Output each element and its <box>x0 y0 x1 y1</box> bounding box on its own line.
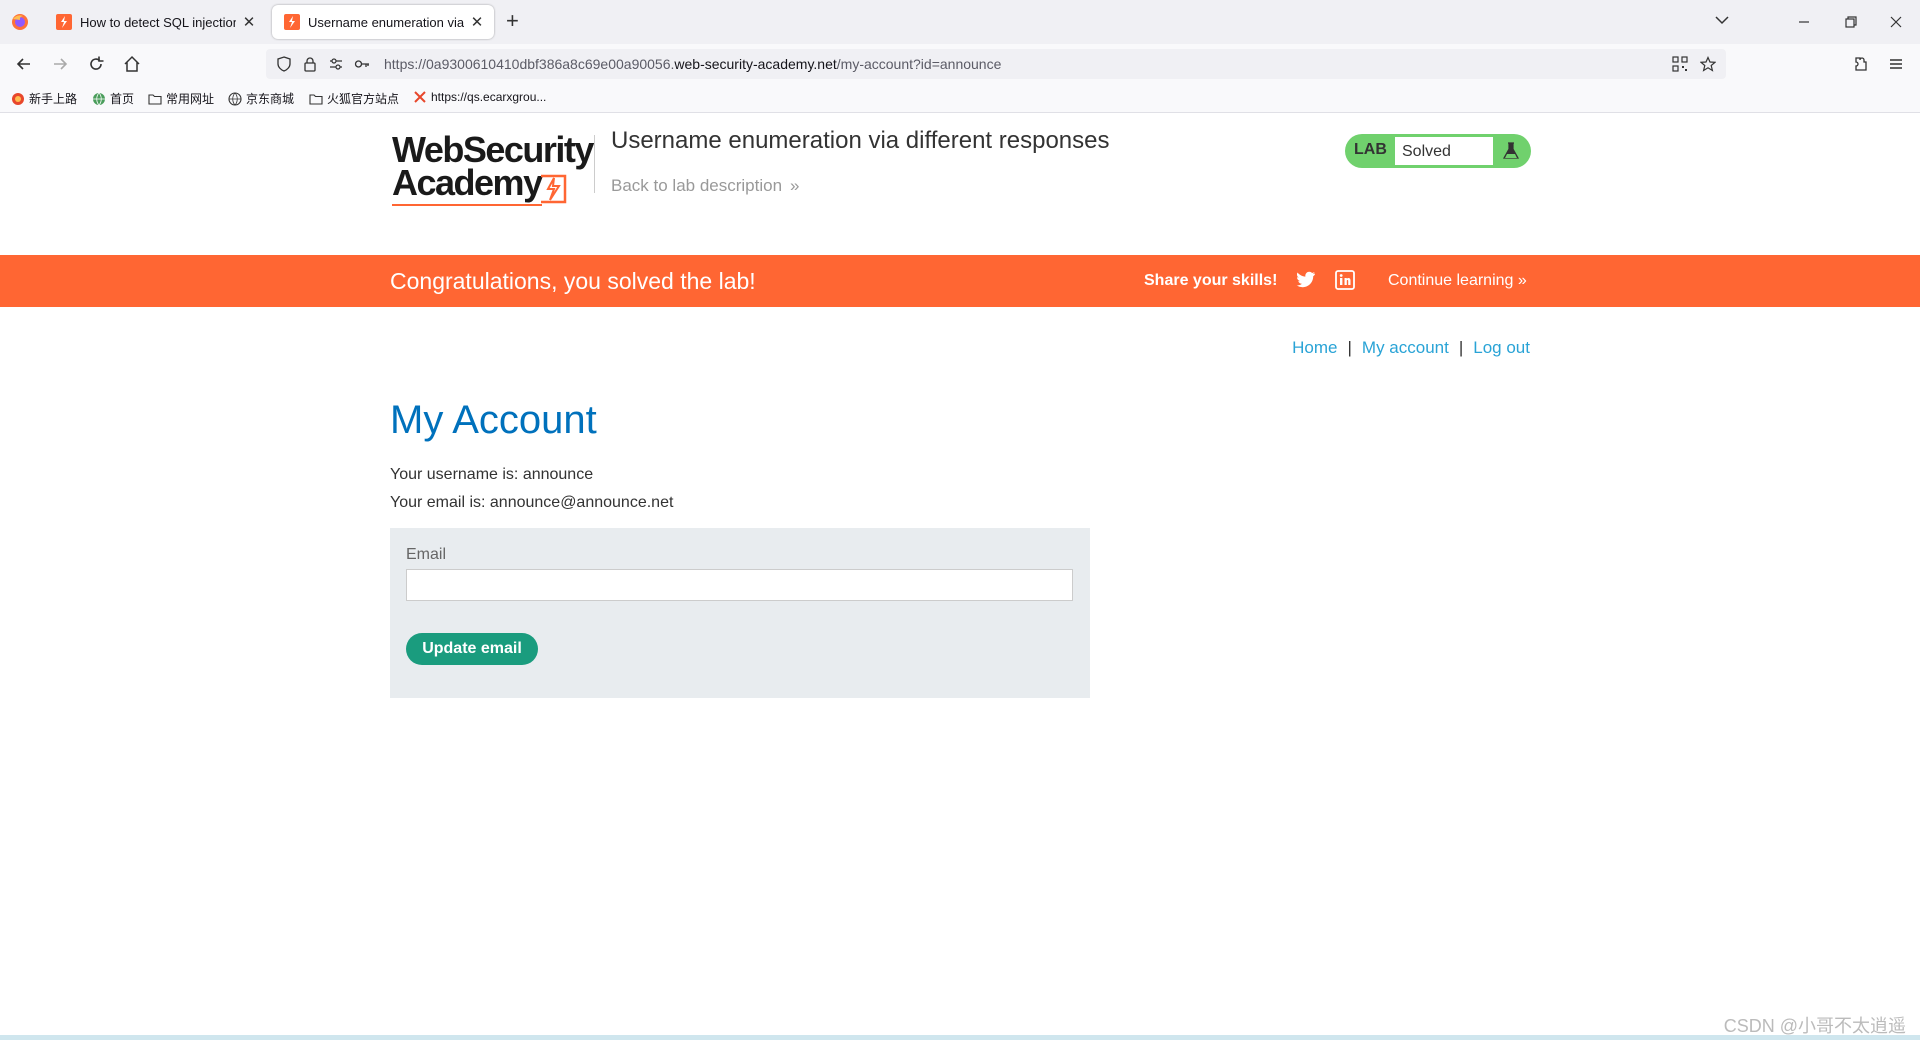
linkedin-icon[interactable] <box>1335 270 1355 290</box>
lab-solved-banner: Congratulations, you solved the lab! Sha… <box>0 255 1920 307</box>
tab-title: Username enumeration via di <box>308 14 464 30</box>
logo-underline <box>392 204 542 206</box>
url-prefix: https://0a9300610410dbf386a8c69e00a90056… <box>384 56 675 72</box>
tab-title: How to detect SQL injection <box>80 14 236 30</box>
globe-icon <box>228 91 242 106</box>
congratulations-message: Congratulations, you solved the lab! <box>390 268 756 294</box>
lab-status-text: Solved <box>1395 137 1493 165</box>
lock-icon[interactable] <box>302 56 318 72</box>
double-chevron-icon: » <box>790 176 800 195</box>
bookmark-label: 京东商城 <box>246 92 295 106</box>
globe-icon <box>93 92 105 106</box>
folder-icon <box>148 93 162 105</box>
lab-status-badge: LAB Solved <box>1345 134 1531 168</box>
continue-learning-label: Continue learning <box>1388 272 1514 289</box>
bookmarks-bar: 新手上路 首页 常用网址 京东商城 火狐官方站点 https://qs.ecar… <box>0 84 1920 113</box>
url-text[interactable]: https://0a9300610410dbf386a8c69e00a90056… <box>384 56 1001 72</box>
share-skills-label: Share your skills! <box>1144 272 1278 289</box>
bookmark-item[interactable]: https://qs.ecarxgrou... <box>413 90 546 104</box>
permissions-icon[interactable] <box>328 56 344 72</box>
nav-separator: | <box>1347 338 1352 357</box>
bookmark-label: 首页 <box>110 92 135 106</box>
close-tab-icon[interactable]: ✕ <box>470 13 484 31</box>
email-field-label: Email <box>406 546 447 563</box>
bookmark-item[interactable]: 首页 <box>92 90 134 107</box>
tab-sql-injection[interactable]: How to detect SQL injection ✕ <box>44 5 266 39</box>
close-window-icon[interactable] <box>1884 10 1908 34</box>
nav-separator: | <box>1458 338 1464 357</box>
back-arrow-icon[interactable] <box>14 54 34 74</box>
update-email-button[interactable]: Update email <box>406 633 538 665</box>
page-content: WebSecurity Academy Username enumeration… <box>0 113 1920 1040</box>
username-line: Your username is: announce <box>390 466 594 483</box>
double-chevron-icon: » <box>1517 272 1527 289</box>
bookmark-item[interactable]: 火狐官方站点 <box>309 90 399 107</box>
close-tab-icon[interactable]: ✕ <box>242 13 256 31</box>
bookmark-label: 火狐官方站点 <box>327 92 400 106</box>
new-tab-button[interactable]: + <box>506 10 519 32</box>
qr-code-icon[interactable] <box>1672 56 1688 72</box>
update-email-form: Email Update email <box>390 528 1090 698</box>
bookmark-item[interactable]: 新手上路 <box>11 90 77 107</box>
restore-icon[interactable] <box>1838 10 1862 34</box>
lightning-logo-icon <box>541 174 567 204</box>
bookmark-label: 新手上路 <box>29 92 78 106</box>
flask-icon <box>1502 142 1520 159</box>
bookmark-item[interactable]: 京东商城 <box>228 90 294 107</box>
address-bar[interactable]: https://0a9300610410dbf386a8c69e00a90056… <box>266 49 1726 79</box>
bookmark-item[interactable]: 常用网址 <box>148 90 214 107</box>
portswigger-favicon-icon <box>284 14 300 30</box>
header-divider <box>594 135 595 193</box>
nav-home-link[interactable]: Home <box>1292 338 1337 357</box>
web-security-academy-logo[interactable]: WebSecurity Academy <box>392 132 594 206</box>
firefox-icon <box>12 92 24 105</box>
firefox-icon[interactable] <box>11 13 29 31</box>
minimize-icon[interactable] <box>1792 10 1816 34</box>
lab-title: Username enumeration via different respo… <box>611 127 1110 154</box>
shield-icon[interactable] <box>276 56 292 72</box>
bookmark-label: https://qs.ecarxgrou... <box>431 90 547 104</box>
folder-icon <box>309 93 323 105</box>
nav-my-account-link[interactable]: My account <box>1362 338 1449 357</box>
home-icon[interactable] <box>122 54 142 74</box>
lab-tag: LAB <box>1354 141 1387 158</box>
twitter-icon[interactable] <box>1296 271 1316 289</box>
back-to-lab-description-link[interactable]: Back to lab description » <box>611 176 800 196</box>
browser-nav-bar: https://0a9300610410dbf386a8c69e00a90056… <box>0 44 1920 84</box>
back-link-label: Back to lab description <box>611 176 783 195</box>
bottom-strip <box>0 1035 1920 1040</box>
key-icon[interactable] <box>354 56 370 72</box>
nav-log-out-link[interactable]: Log out <box>1473 338 1530 357</box>
menu-icon[interactable] <box>1886 54 1906 74</box>
reload-icon[interactable] <box>86 54 106 74</box>
chevron-down-icon[interactable] <box>1712 10 1732 30</box>
tab-username-enumeration[interactable]: Username enumeration via di ✕ <box>272 5 494 39</box>
x-icon <box>414 91 426 103</box>
url-path: /my-account?id=announce <box>836 56 1002 72</box>
extensions-icon[interactable] <box>1850 54 1870 74</box>
page-title: My Account <box>390 398 597 442</box>
star-bookmark-icon[interactable] <box>1700 56 1716 72</box>
continue-learning-link[interactable]: Continue learning » <box>1388 272 1527 290</box>
bookmark-label: 常用网址 <box>166 92 215 106</box>
url-domain: web-security-academy.net <box>674 56 837 72</box>
logo-text-line2: Academy <box>392 162 543 203</box>
browser-tab-bar: How to detect SQL injection ✕ Username e… <box>0 0 1920 44</box>
top-navigation: Home | My account | Log out <box>1292 338 1530 358</box>
email-field[interactable] <box>406 569 1073 601</box>
portswigger-favicon-icon <box>56 14 72 30</box>
email-line: Your email is: announce@announce.net <box>390 494 674 511</box>
forward-arrow-icon[interactable] <box>50 54 70 74</box>
